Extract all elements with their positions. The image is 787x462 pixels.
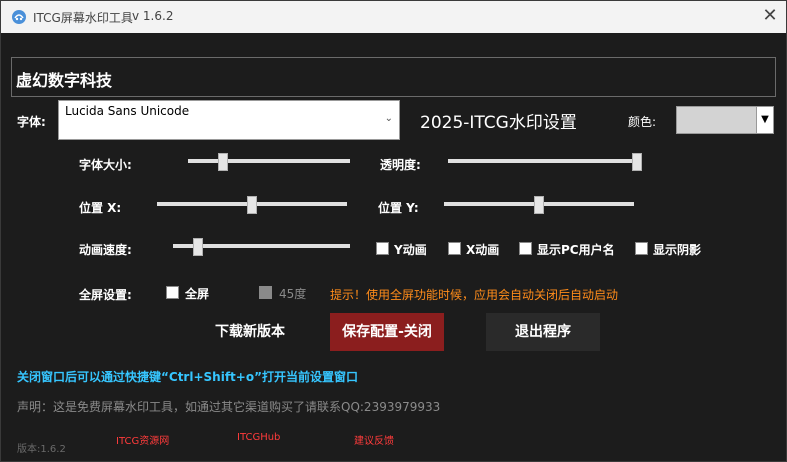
link-itcghub[interactable]: ITCGHub — [237, 432, 280, 443]
color-dropdown-button[interactable]: ▼ — [756, 106, 774, 134]
slider-track — [448, 159, 642, 163]
close-button[interactable]: ✕ — [758, 5, 782, 29]
footer-version: 版本:1.6.2 — [17, 444, 66, 455]
app-logo-icon — [12, 10, 26, 24]
window-version: v 1.6.2 — [132, 9, 174, 23]
color-picker[interactable] — [676, 106, 757, 134]
fullscreen-hint: 提示！使用全屏功能时候，应用会自动关闭后自动启动 — [330, 288, 619, 302]
x-anim-checkbox[interactable] — [448, 242, 461, 255]
angle-45-label: 45度 — [279, 287, 307, 301]
show-pc-user-checkbox[interactable] — [519, 242, 532, 255]
opacity-label: 透明度: — [380, 158, 421, 172]
show-shadow-label: 显示阴影 — [653, 243, 702, 257]
exit-button[interactable]: 退出程序 — [486, 313, 600, 351]
slider-thumb[interactable] — [632, 153, 642, 171]
link-feedback[interactable]: 建议反馈 — [354, 432, 394, 447]
title-bar: ITCG屏幕水印工具 v 1.6.2 ✕ — [1, 1, 786, 33]
window-title: ITCG屏幕水印工具 — [33, 11, 133, 25]
font-select[interactable]: Lucida Sans Unicode ⌄ — [58, 100, 400, 140]
download-new-version-button[interactable]: 下载新版本 — [190, 313, 310, 351]
pos-y-label: 位置 Y: — [378, 201, 419, 215]
app-window: ITCG屏幕水印工具 v 1.6.2 ✕ 虚幻数字科技 字体: Lucida S… — [0, 0, 787, 462]
close-icon: ✕ — [762, 5, 778, 26]
font-size-label: 字体大小: — [79, 158, 132, 172]
y-anim-checkbox[interactable] — [376, 242, 389, 255]
y-anim-label: Y动画 — [394, 243, 427, 257]
anim-speed-slider[interactable] — [173, 238, 350, 256]
font-label: 字体: — [17, 115, 46, 129]
chevron-down-icon: ⌄ — [384, 113, 393, 124]
show-shadow-checkbox[interactable] — [635, 242, 648, 255]
fullscreen-checkbox-label: 全屏 — [185, 287, 210, 301]
slider-thumb[interactable] — [247, 196, 257, 214]
pos-x-label: 位置 X: — [79, 201, 122, 215]
pos-x-slider[interactable] — [157, 196, 347, 214]
slider-thumb[interactable] — [218, 153, 228, 171]
slider-thumb[interactable] — [193, 238, 203, 256]
angle-45-checkbox[interactable] — [259, 286, 272, 299]
disclaimer-text: 声明：这是免费屏幕水印工具，如通过其它渠道购买了请联系QQ:2393979933 — [17, 400, 441, 414]
fullscreen-settings-label: 全屏设置: — [79, 288, 132, 302]
triangle-down-icon: ▼ — [761, 114, 769, 125]
shortcut-note: 关闭窗口后可以通过快捷键“Ctrl+Shift+o”打开当前设置窗口 — [17, 370, 358, 384]
opacity-slider[interactable] — [448, 153, 642, 171]
anim-speed-label: 动画速度: — [79, 243, 132, 257]
font-select-value: Lucida Sans Unicode — [65, 104, 190, 118]
font-size-slider[interactable] — [188, 153, 350, 171]
link-itcg-resource[interactable]: ITCG资源网 — [116, 432, 169, 447]
slider-thumb[interactable] — [534, 196, 544, 214]
x-anim-label: X动画 — [466, 243, 500, 257]
show-pc-user-label: 显示PC用户名 — [537, 243, 615, 257]
settings-title: 2025-ITCG水印设置 — [420, 113, 577, 133]
save-and-close-button[interactable]: 保存配置-关闭 — [330, 313, 444, 351]
fullscreen-checkbox[interactable] — [166, 286, 179, 299]
color-label: 颜色: — [628, 115, 657, 129]
watermark-text-input[interactable]: 虚幻数字科技 — [11, 57, 776, 97]
pos-y-slider[interactable] — [444, 196, 634, 214]
slider-track — [188, 159, 350, 163]
